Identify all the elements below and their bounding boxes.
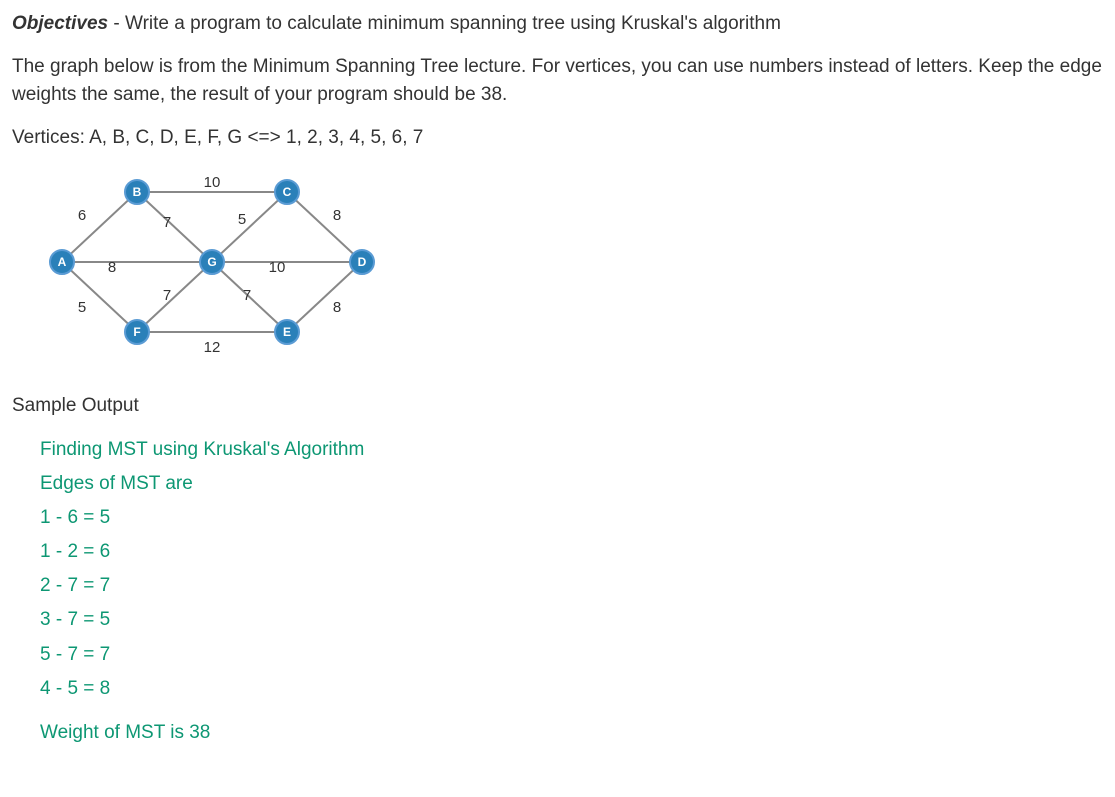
output-edge: 3 - 7 = 5	[40, 603, 1103, 637]
output-edge: 1 - 2 = 6	[40, 535, 1103, 569]
output-edge: 2 - 7 = 7	[40, 569, 1103, 603]
output-subtitle: Edges of MST are	[40, 467, 1103, 501]
edge-weight: 8	[333, 207, 341, 224]
objectives-text: Write a program to calculate minimum spa…	[125, 13, 781, 34]
objectives-label: Objectives	[12, 13, 108, 34]
vertices-mapping: Vertices: A, B, C, D, E, F, G <=> 1, 2, …	[12, 124, 1103, 153]
graph-edge	[137, 192, 212, 262]
sample-output-heading: Sample Output	[12, 392, 1103, 421]
vertex-label: E	[283, 325, 291, 339]
graph-edge	[287, 192, 362, 262]
objectives-line: Objectives - Write a program to calculat…	[12, 10, 1103, 39]
edge-weight: 8	[333, 299, 341, 316]
graph-svg: 6 8 5 10 7 5 8 10 7 7 8 12 A B C D E F G	[42, 172, 382, 367]
edge-weight: 12	[204, 339, 221, 356]
output-edge: 1 - 6 = 5	[40, 501, 1103, 535]
vertex-label: F	[133, 325, 140, 339]
vertex-label: B	[133, 185, 142, 199]
graph-edge	[62, 192, 137, 262]
edge-weight: 10	[269, 259, 286, 276]
output-weight: Weight of MST is 38	[40, 716, 1103, 750]
sample-output-block: Finding MST using Kruskal's Algorithm Ed…	[40, 433, 1103, 751]
objectives-sep: -	[108, 13, 125, 34]
edge-weight: 7	[243, 287, 251, 304]
vertex-label: A	[58, 255, 67, 269]
graph-edge	[137, 262, 212, 332]
output-edge: 4 - 5 = 8	[40, 672, 1103, 706]
edge-weight: 7	[163, 214, 171, 231]
vertex-label: G	[207, 255, 216, 269]
edge-weight: 6	[78, 207, 86, 224]
graph-edge	[62, 262, 137, 332]
edge-weight: 8	[108, 259, 116, 276]
output-edge: 5 - 7 = 7	[40, 638, 1103, 672]
edge-weight: 7	[163, 287, 171, 304]
graph-edge	[287, 262, 362, 332]
graph-edge	[212, 192, 287, 262]
output-title: Finding MST using Kruskal's Algorithm	[40, 433, 1103, 467]
graph-diagram: 6 8 5 10 7 5 8 10 7 7 8 12 A B C D E F G	[42, 172, 382, 362]
description-paragraph: The graph below is from the Minimum Span…	[12, 53, 1103, 110]
vertex-label: C	[283, 185, 292, 199]
edge-weight: 5	[238, 211, 246, 228]
edge-weight: 5	[78, 299, 86, 316]
edge-weight: 10	[204, 174, 221, 191]
vertex-label: D	[358, 255, 367, 269]
